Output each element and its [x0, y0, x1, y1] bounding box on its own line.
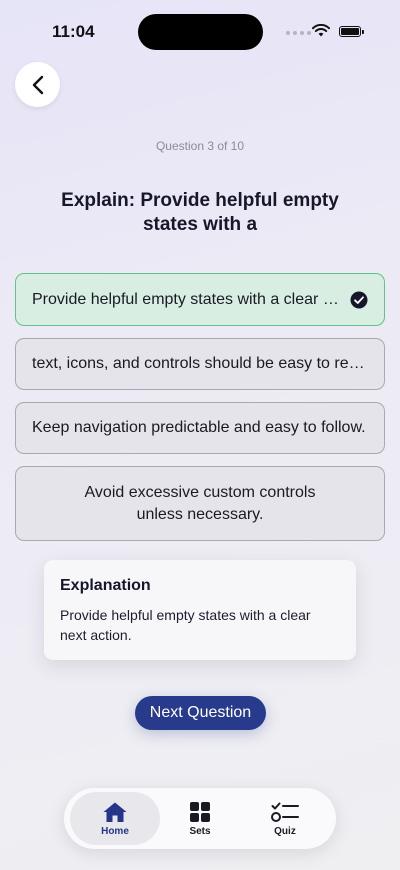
answer-option-text: Provide helpful empty states with a clea…	[32, 290, 342, 308]
question-title: Explain: Provide helpful empty states wi…	[61, 190, 339, 235]
status-bar: 11:04	[0, 0, 400, 60]
answer-option[interactable]: Keep navigation predictable and easy to …	[15, 402, 385, 454]
answer-option-text: Avoid excessive custom controls unless n…	[84, 483, 316, 523]
back-button[interactable]	[15, 62, 60, 107]
tab-label: Quiz	[274, 825, 296, 837]
chevron-left-icon	[32, 75, 43, 94]
next-question-button[interactable]: Next Question	[135, 696, 266, 730]
checkmark-circle-icon	[350, 291, 368, 308]
checklist-icon	[271, 802, 299, 822]
dynamic-island	[138, 14, 263, 50]
tab-label: Home	[101, 825, 129, 837]
explanation-title: Explanation	[60, 577, 151, 594]
tab-bar: Home Sets Quiz	[64, 788, 336, 849]
tab-quiz[interactable]: Quiz	[240, 792, 330, 845]
explanation-card: Explanation Provide helpful empty states…	[44, 560, 356, 660]
tab-label: Sets	[189, 825, 211, 837]
answer-option-text: text, icons, and controls should be easy…	[32, 355, 368, 372]
tab-sets[interactable]: Sets	[155, 792, 245, 845]
tab-home[interactable]: Home	[70, 792, 160, 845]
answer-option-text: Keep navigation predictable and easy to …	[32, 419, 366, 436]
answer-option-correct[interactable]: Provide helpful empty states with a clea…	[15, 273, 385, 326]
battery-icon	[339, 26, 364, 37]
cellular-signal-icon	[286, 31, 311, 35]
explanation-body: Provide helpful empty states with a clea…	[60, 607, 311, 643]
home-icon	[103, 802, 127, 822]
status-time: 11:04	[52, 22, 95, 41]
wifi-icon	[312, 24, 330, 37]
answer-option[interactable]: text, icons, and controls should be easy…	[15, 338, 385, 390]
question-counter: Question 3 of 10	[155, 139, 245, 153]
grid-icon	[190, 801, 210, 822]
answer-option[interactable]: Avoid excessive custom controls unless n…	[15, 466, 385, 541]
